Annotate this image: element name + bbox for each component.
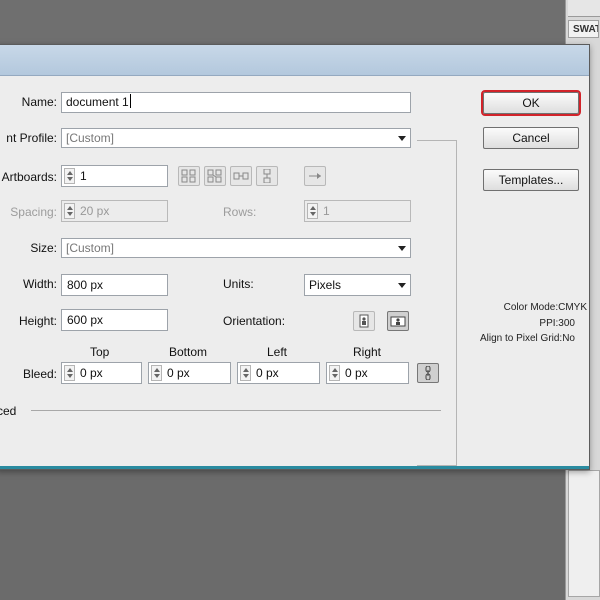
portrait-button[interactable] — [353, 311, 375, 331]
width-label: Width: — [22, 277, 57, 291]
height-label: Height: — [18, 314, 57, 328]
new-document-dialog: Name: document 1 nt Profile: [Custom] Ar… — [0, 44, 590, 470]
cancel-button[interactable]: Cancel — [483, 127, 579, 149]
bleed-top-input[interactable]: 0 px — [61, 362, 142, 384]
portrait-orientation-icon — [359, 314, 369, 328]
color-mode-info: Color Mode:CMYK — [503, 302, 587, 313]
panel-body — [568, 470, 600, 597]
right-to-left-arrow-icon — [309, 173, 321, 179]
app-background-bottom — [0, 468, 600, 600]
bleed-right-label: Right — [353, 345, 382, 359]
bleed-left-input[interactable]: 0 px — [237, 362, 320, 384]
arrange-by-column-icon — [263, 169, 271, 183]
width-input[interactable]: 800 px — [61, 274, 168, 296]
align-grid-info: Align to Pixel Grid:No — [479, 333, 575, 344]
grid-by-column-icon — [207, 169, 222, 183]
bleed-right-value: 0 px — [345, 366, 368, 380]
app-background-top — [0, 0, 600, 44]
grid-by-column-button[interactable] — [204, 166, 226, 186]
arrange-by-column-button[interactable] — [256, 166, 278, 186]
dialog-titlebar[interactable] — [0, 45, 589, 76]
size-label: Size: — [30, 241, 57, 255]
bleed-bottom-input[interactable]: 0 px — [148, 362, 231, 384]
spinner-arrows-icon[interactable] — [240, 365, 251, 381]
bleed-label: Bleed: — [22, 367, 57, 381]
spinner-arrows-icon[interactable] — [64, 365, 75, 381]
name-input-value: document 1 — [66, 95, 129, 109]
layout-direction-button[interactable] — [304, 166, 326, 186]
options-group-frame — [417, 140, 457, 466]
rows-value: 1 — [323, 204, 330, 218]
grid-by-row-button[interactable] — [178, 166, 200, 186]
size-value: [Custom] — [66, 241, 115, 255]
units-label: Units: — [223, 277, 254, 291]
bleed-bottom-label: Bottom — [169, 345, 208, 359]
artboards-value: 1 — [80, 169, 87, 183]
swatches-tab[interactable]: SWAT — [568, 20, 599, 38]
bleed-left-value: 0 px — [256, 366, 279, 380]
grid-by-row-icon — [181, 169, 196, 183]
rows-label: Rows: — [223, 205, 257, 219]
name-input[interactable]: document 1 — [61, 92, 411, 113]
dropdown-arrow-icon — [398, 283, 406, 288]
advanced-toggle[interactable]: ced — [0, 403, 16, 419]
bleed-left-label: Left — [267, 345, 288, 359]
bleed-right-input[interactable]: 0 px — [326, 362, 409, 384]
spinner-arrows-icon[interactable] — [307, 203, 318, 219]
spacing-input[interactable]: 20 px — [61, 200, 168, 222]
spinner-arrows-icon[interactable] — [64, 168, 75, 184]
size-dropdown[interactable]: [Custom] — [61, 238, 411, 258]
panel-header — [568, 0, 600, 17]
artboards-input[interactable]: 1 — [61, 165, 168, 187]
ok-button[interactable]: OK — [481, 90, 581, 116]
dropdown-arrow-icon — [398, 136, 406, 141]
profile-dropdown[interactable]: [Custom] — [61, 128, 411, 148]
landscape-button[interactable] — [387, 311, 409, 331]
spacing-value: 20 px — [80, 204, 110, 218]
text-caret — [129, 94, 131, 108]
bleed-top-value: 0 px — [80, 366, 103, 380]
units-dropdown[interactable]: Pixels — [304, 274, 411, 296]
ppi-info: PPI:300 — [539, 318, 575, 329]
height-input[interactable]: 600 px — [61, 309, 168, 331]
orientation-label: Orientation: — [223, 314, 286, 328]
landscape-orientation-icon — [390, 316, 406, 327]
arrange-by-row-button[interactable] — [230, 166, 252, 186]
arrange-by-row-icon — [233, 172, 249, 180]
dropdown-arrow-icon — [398, 246, 406, 251]
templates-button[interactable]: Templates... — [483, 169, 579, 191]
bleed-bottom-value: 0 px — [167, 366, 190, 380]
units-value: Pixels — [309, 278, 342, 292]
dialog-bottom-accent — [0, 466, 589, 469]
profile-label: nt Profile: — [6, 131, 57, 145]
spacing-label: Spacing: — [10, 205, 57, 219]
artboards-label: Artboards: — [1, 170, 57, 184]
bleed-top-label: Top — [90, 345, 110, 359]
spinner-arrows-icon[interactable] — [64, 203, 75, 219]
spinner-arrows-icon[interactable] — [151, 365, 162, 381]
profile-value: [Custom] — [66, 131, 115, 145]
name-label: Name: — [21, 95, 57, 109]
rows-input[interactable]: 1 — [304, 200, 411, 222]
advanced-divider — [31, 410, 441, 411]
spinner-arrows-icon[interactable] — [329, 365, 340, 381]
